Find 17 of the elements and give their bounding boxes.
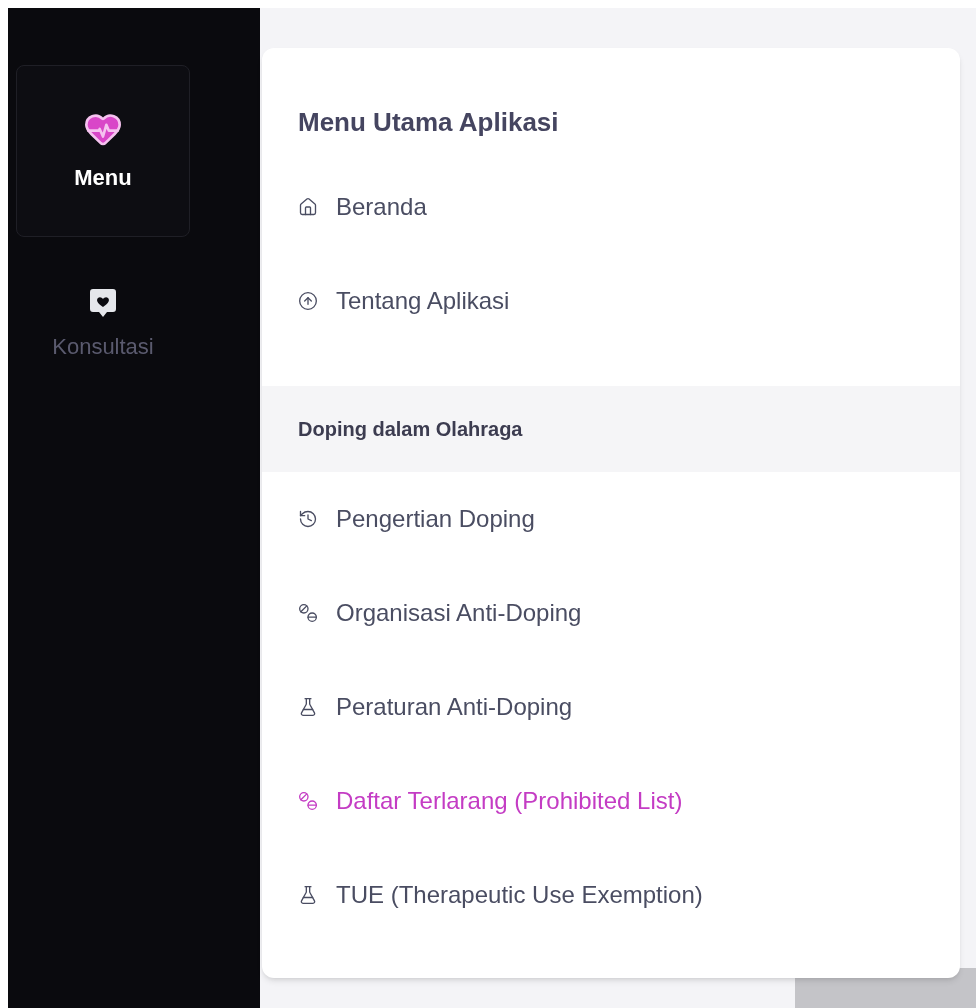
- menu-link[interactable]: Beranda: [262, 179, 960, 235]
- menu-link[interactable]: TUE (Therapeutic Use Exemption): [262, 867, 960, 923]
- menu-link[interactable]: Organisasi Anti-Doping: [262, 585, 960, 641]
- home-icon: [298, 197, 318, 217]
- section-header: Doping dalam Olahraga: [262, 386, 960, 472]
- menu-link[interactable]: Pengertian Doping: [262, 491, 960, 547]
- menu-link[interactable]: Daftar Terlarang (Prohibited List): [262, 773, 960, 829]
- history-icon: [298, 509, 318, 529]
- menu-link[interactable]: Tentang Aplikasi: [262, 273, 960, 329]
- menu-title: Menu Utama Aplikasi: [297, 106, 560, 139]
- pills-icon: [298, 603, 318, 623]
- menu-link[interactable]: Peraturan Anti-Doping: [262, 679, 960, 735]
- flask-icon: [298, 697, 318, 717]
- flask-icon: [298, 885, 318, 905]
- pills-icon: [298, 791, 318, 811]
- sidebar-item[interactable]: Menu: [16, 65, 190, 237]
- chat-heart-icon: [89, 287, 117, 318]
